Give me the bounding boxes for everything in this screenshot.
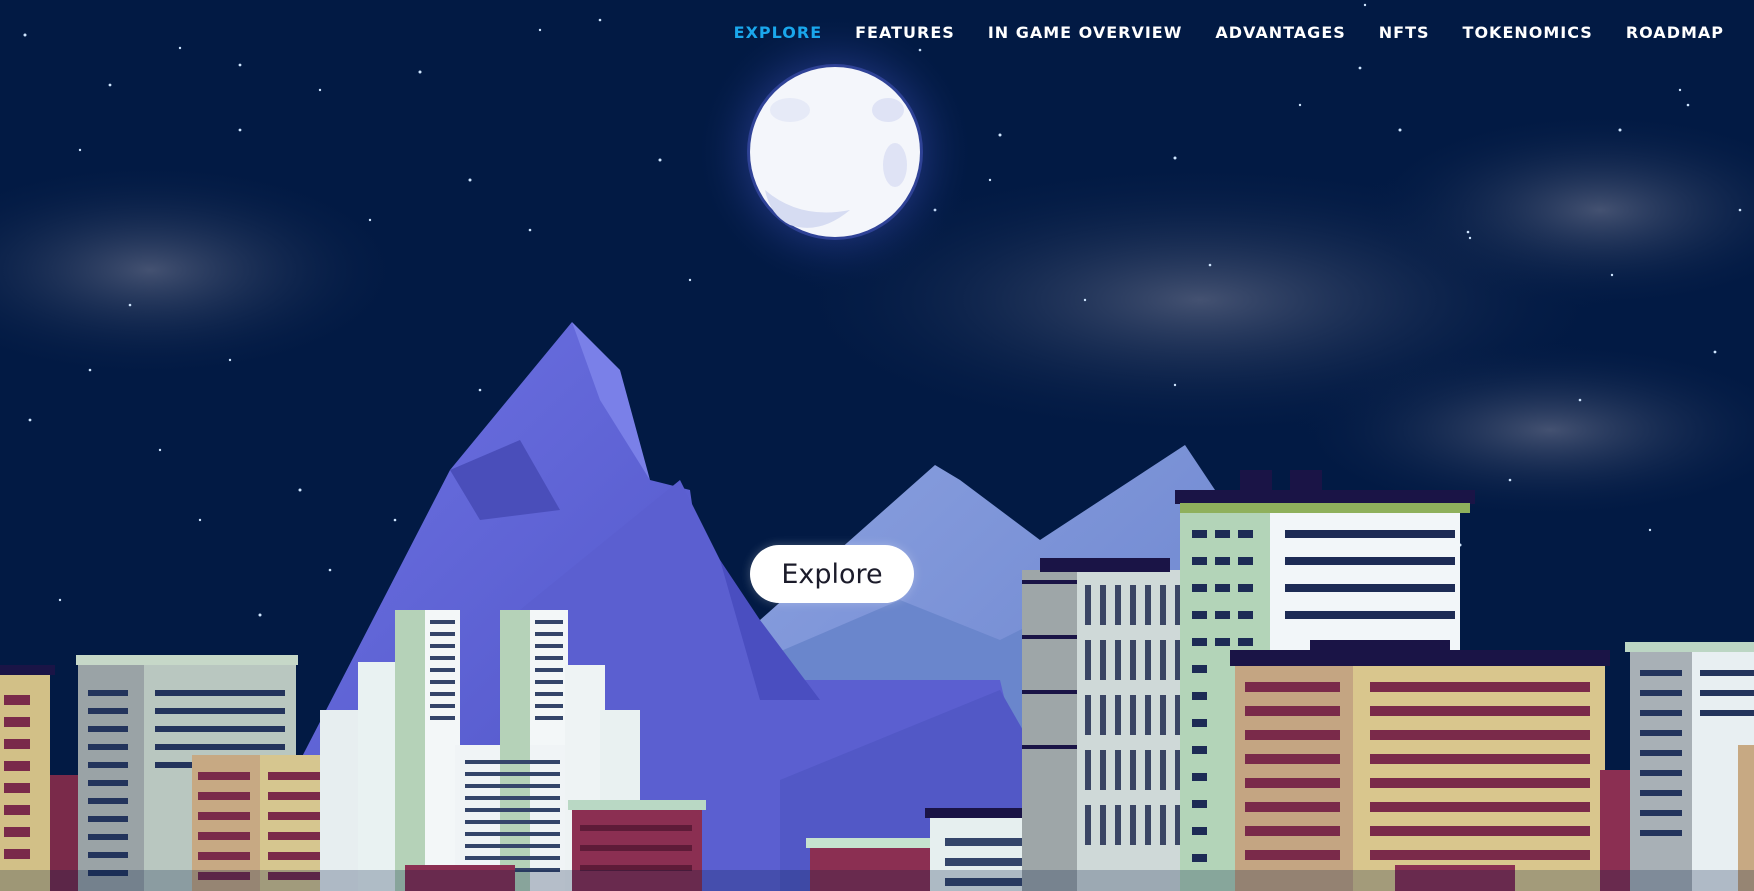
far-right-building (1625, 642, 1754, 891)
moon-icon (695, 12, 975, 292)
nav-item-roadmap[interactable]: ROADMAP (1626, 23, 1724, 42)
nav-item-tokenomics[interactable]: TOKENOMICS (1463, 23, 1593, 42)
nav-item-explore[interactable]: EXPLORE (734, 23, 822, 42)
right-building (1230, 640, 1635, 891)
nav-item-in-game-overview[interactable]: IN GAME OVERVIEW (988, 23, 1183, 42)
hero-background (0, 3, 1754, 891)
nav-item-features[interactable]: FEATURES (855, 23, 955, 42)
explore-button[interactable]: Explore (750, 545, 914, 603)
nav-item-nfts[interactable]: NFTS (1379, 23, 1430, 42)
nav-item-advantages[interactable]: ADVANTAGES (1215, 23, 1345, 42)
main-nav: EXPLORE FEATURES IN GAME OVERVIEW ADVANT… (701, 18, 1724, 46)
grey-tower (1022, 558, 1197, 891)
